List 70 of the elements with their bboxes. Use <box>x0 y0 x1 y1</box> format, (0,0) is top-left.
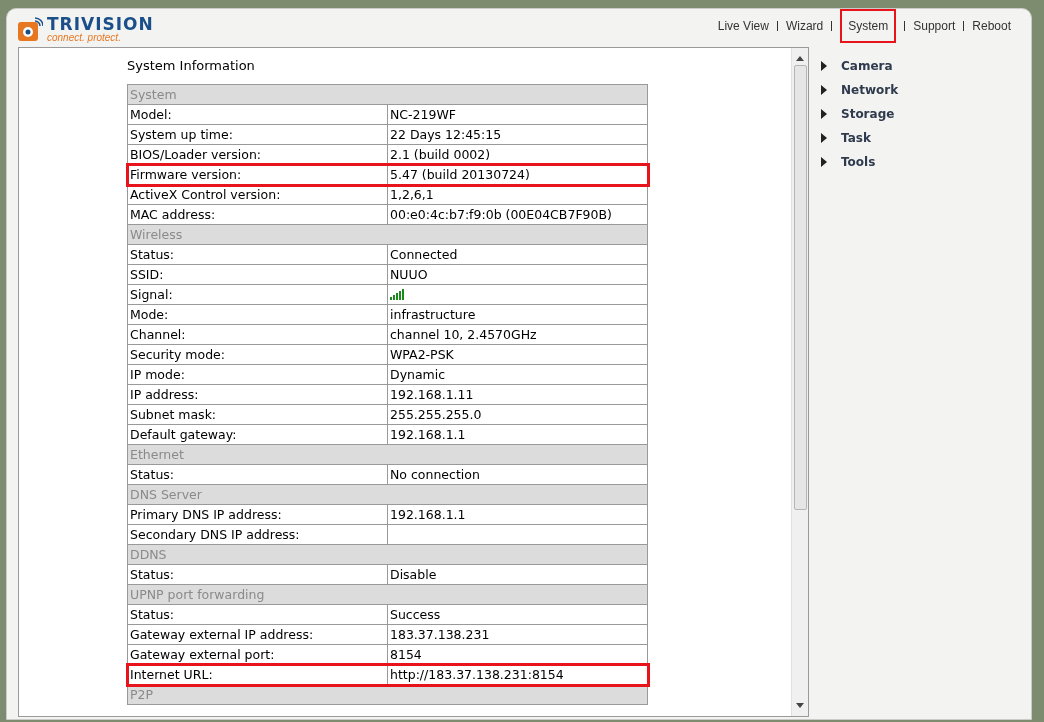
field-label: Gateway external IP address: <box>127 624 388 645</box>
field-label: BIOS/Loader version: <box>127 144 388 165</box>
nav-link[interactable]: System <box>840 9 897 43</box>
field-label: Channel: <box>127 324 388 345</box>
signal-bars-icon <box>390 289 406 301</box>
menu-item[interactable]: Camera <box>821 57 899 75</box>
triangle-right-icon <box>821 109 827 119</box>
field-value: Connected <box>387 244 648 265</box>
scroll-thumb[interactable] <box>793 65 807 510</box>
field-label: System up time: <box>127 124 388 145</box>
section-header: Wireless <box>127 224 648 245</box>
field-value: Disable <box>387 564 648 585</box>
field-label: Secondary DNS IP address: <box>127 524 388 545</box>
section-header: UPNP port forwarding <box>127 584 648 605</box>
field-label: Mode: <box>127 304 388 325</box>
nav-link[interactable]: Wizard <box>785 11 824 41</box>
field-label: MAC address: <box>127 204 388 225</box>
scroll-down-icon[interactable] <box>796 703 804 708</box>
logo-text: TRIVISION <box>47 16 154 33</box>
scrollbar[interactable] <box>791 48 808 716</box>
field-value: 192.168.1.11 <box>387 384 648 405</box>
triangle-right-icon <box>821 133 827 143</box>
field-value: 192.168.1.1 <box>387 504 648 525</box>
triangle-right-icon <box>821 85 827 95</box>
field-value: Dynamic <box>387 364 648 385</box>
triangle-right-icon <box>821 61 827 71</box>
field-value: 255.255.255.0 <box>387 404 648 425</box>
section-header: DDNS <box>127 544 648 565</box>
field-label: Status: <box>127 564 388 585</box>
section-header: System <box>127 84 648 105</box>
field-value: 00:e0:4c:b7:f9:0b (00E04CB7F90B) <box>387 204 648 225</box>
section-header: Ethernet <box>127 444 648 465</box>
menu-item[interactable]: Task <box>821 129 899 147</box>
field-value: 22 Days 12:45:15 <box>387 124 648 145</box>
field-label: IP mode: <box>127 364 388 385</box>
logo-tagline: connect. protect. <box>47 33 122 43</box>
field-value: channel 10, 2.4570GHz <box>387 324 648 345</box>
field-label: Status: <box>127 604 388 625</box>
scroll-up-icon[interactable] <box>796 56 804 61</box>
field-value: 183.37.138.231 <box>387 624 648 645</box>
field-value: NUUO <box>387 264 648 285</box>
field-label: Primary DNS IP address: <box>127 504 388 525</box>
section-header: DNS Server <box>127 484 648 505</box>
field-label: Security mode: <box>127 344 388 365</box>
nav-link[interactable]: Live View <box>717 11 769 41</box>
field-label: Model: <box>127 104 388 125</box>
triangle-right-icon <box>821 157 827 167</box>
field-label: Status: <box>127 464 388 485</box>
field-value: 192.168.1.1 <box>387 424 648 445</box>
field-label: Status: <box>127 244 388 265</box>
field-label: Subnet mask: <box>127 404 388 425</box>
field-label: ActiveX Control version: <box>127 184 388 205</box>
field-label: SSID: <box>127 264 388 285</box>
nav-link[interactable]: Support <box>913 11 956 41</box>
field-value: NC-219WF <box>387 104 648 125</box>
field-label: Signal: <box>127 284 388 305</box>
menu-item[interactable]: Tools <box>821 153 899 171</box>
field-value: Success <box>387 604 648 625</box>
field-label: Default gateway: <box>127 424 388 445</box>
field-label: IP address: <box>127 384 388 405</box>
field-value: infrastructure <box>387 304 648 325</box>
page-title: System Information <box>127 57 256 75</box>
field-value: No connection <box>387 464 648 485</box>
field-value: WPA2-PSK <box>387 344 648 365</box>
field-value: 1,2,6,1 <box>387 184 648 205</box>
menu-item[interactable]: Network <box>821 81 899 99</box>
field-label: Gateway external port: <box>127 644 388 665</box>
logo-icon <box>17 16 43 43</box>
menu-item[interactable]: Storage <box>821 105 899 123</box>
nav-link[interactable]: Reboot <box>972 11 1011 41</box>
